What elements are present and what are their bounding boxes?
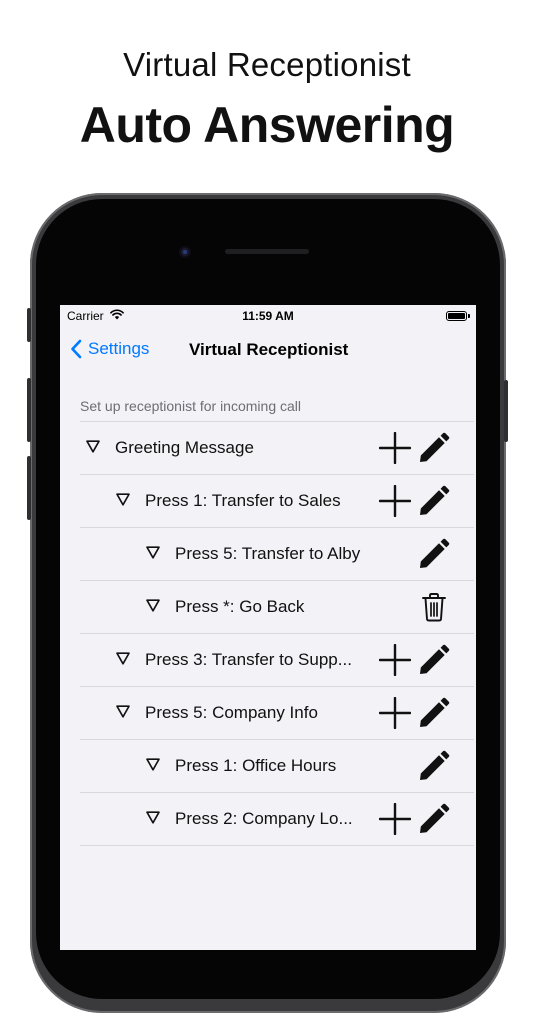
add-option-button[interactable]	[378, 431, 412, 465]
menu-row-label: Press 5: Company Info	[145, 703, 318, 722]
menu-row[interactable]: Press 5: Company Info	[80, 687, 474, 740]
triangle-down-icon[interactable]	[116, 705, 130, 718]
edit-option-button[interactable]	[418, 538, 450, 570]
front-camera	[179, 246, 191, 258]
earpiece-speaker	[225, 249, 309, 254]
triangle-down-icon[interactable]	[86, 440, 100, 453]
menu-row-label: Press 5: Transfer to Alby	[175, 544, 361, 563]
plus-icon	[378, 431, 412, 468]
pencil-icon	[418, 803, 450, 839]
menu-row-label: Press 1: Transfer to Sales	[145, 491, 341, 510]
menu-row-label: Press *: Go Back	[175, 597, 305, 616]
triangle-down-icon[interactable]	[116, 652, 130, 665]
menu-row[interactable]: Press 1: Transfer to Sales	[80, 475, 474, 528]
menu-row[interactable]: Press 5: Transfer to Alby	[80, 528, 474, 581]
nav-title: Virtual Receptionist	[189, 340, 349, 359]
promo-headline-top: Virtual Receptionist	[123, 46, 411, 83]
triangle-down-icon[interactable]	[146, 758, 160, 771]
add-option-button[interactable]	[378, 643, 412, 677]
battery-icon	[446, 311, 470, 321]
volume-up-button	[27, 378, 31, 442]
volume-down-button	[27, 456, 31, 520]
menu-row[interactable]: Press 2: Company Lo...	[80, 793, 474, 846]
add-option-button[interactable]	[378, 802, 412, 836]
status-time: 11:59 AM	[242, 309, 294, 323]
menu-row-label: Greeting Message	[115, 438, 254, 457]
edit-option-button[interactable]	[418, 697, 450, 729]
plus-icon	[378, 802, 412, 839]
pencil-icon	[418, 485, 450, 521]
add-option-button[interactable]	[378, 484, 412, 518]
edit-option-button[interactable]	[418, 803, 450, 835]
edit-option-button[interactable]	[418, 485, 450, 517]
menu-row[interactable]: Greeting Message	[80, 421, 474, 475]
power-button	[504, 380, 508, 442]
menu-row[interactable]: Press 3: Transfer to Supp...	[80, 634, 474, 687]
menu-row-label: Press 3: Transfer to Supp...	[145, 650, 352, 669]
menu-row-label: Press 1: Office Hours	[175, 756, 337, 775]
menu-tree-list: Greeting Message Press 1: Transfer to Sa…	[80, 421, 474, 846]
pencil-icon	[418, 432, 450, 468]
plus-icon	[378, 696, 412, 733]
triangle-down-icon[interactable]	[146, 811, 160, 824]
pencil-icon	[418, 750, 450, 786]
plus-icon	[378, 643, 412, 680]
triangle-down-icon[interactable]	[146, 546, 160, 559]
triangle-down-icon[interactable]	[146, 599, 160, 612]
edit-option-button[interactable]	[418, 432, 450, 464]
triangle-down-icon[interactable]	[116, 493, 130, 506]
back-button[interactable]: Settings	[70, 335, 149, 363]
edit-option-button[interactable]	[418, 750, 450, 782]
pencil-icon	[418, 538, 450, 574]
phone-screen: Carrier 11:59 AM Settings Virtual Recept…	[60, 305, 476, 950]
add-option-button[interactable]	[378, 696, 412, 730]
pencil-icon	[418, 697, 450, 733]
plus-icon	[378, 484, 412, 521]
menu-row-label: Press 2: Company Lo...	[175, 809, 353, 828]
trash-icon	[418, 593, 450, 627]
menu-row[interactable]: Press 1: Office Hours	[80, 740, 474, 793]
back-button-label: Settings	[88, 339, 150, 358]
promo-headline-main: Auto Answering	[79, 97, 455, 153]
edit-option-button[interactable]	[418, 644, 450, 676]
pencil-icon	[418, 644, 450, 680]
section-header: Set up receptionist for incoming call	[80, 398, 301, 414]
delete-option-button[interactable]	[418, 591, 450, 623]
mute-switch	[27, 308, 31, 342]
chevron-left-icon	[71, 339, 82, 359]
menu-row[interactable]: Press *: Go Back	[80, 581, 474, 634]
status-bar: Carrier 11:59 AM	[60, 305, 476, 327]
navigation-bar: Settings Virtual Receptionist	[60, 333, 476, 365]
